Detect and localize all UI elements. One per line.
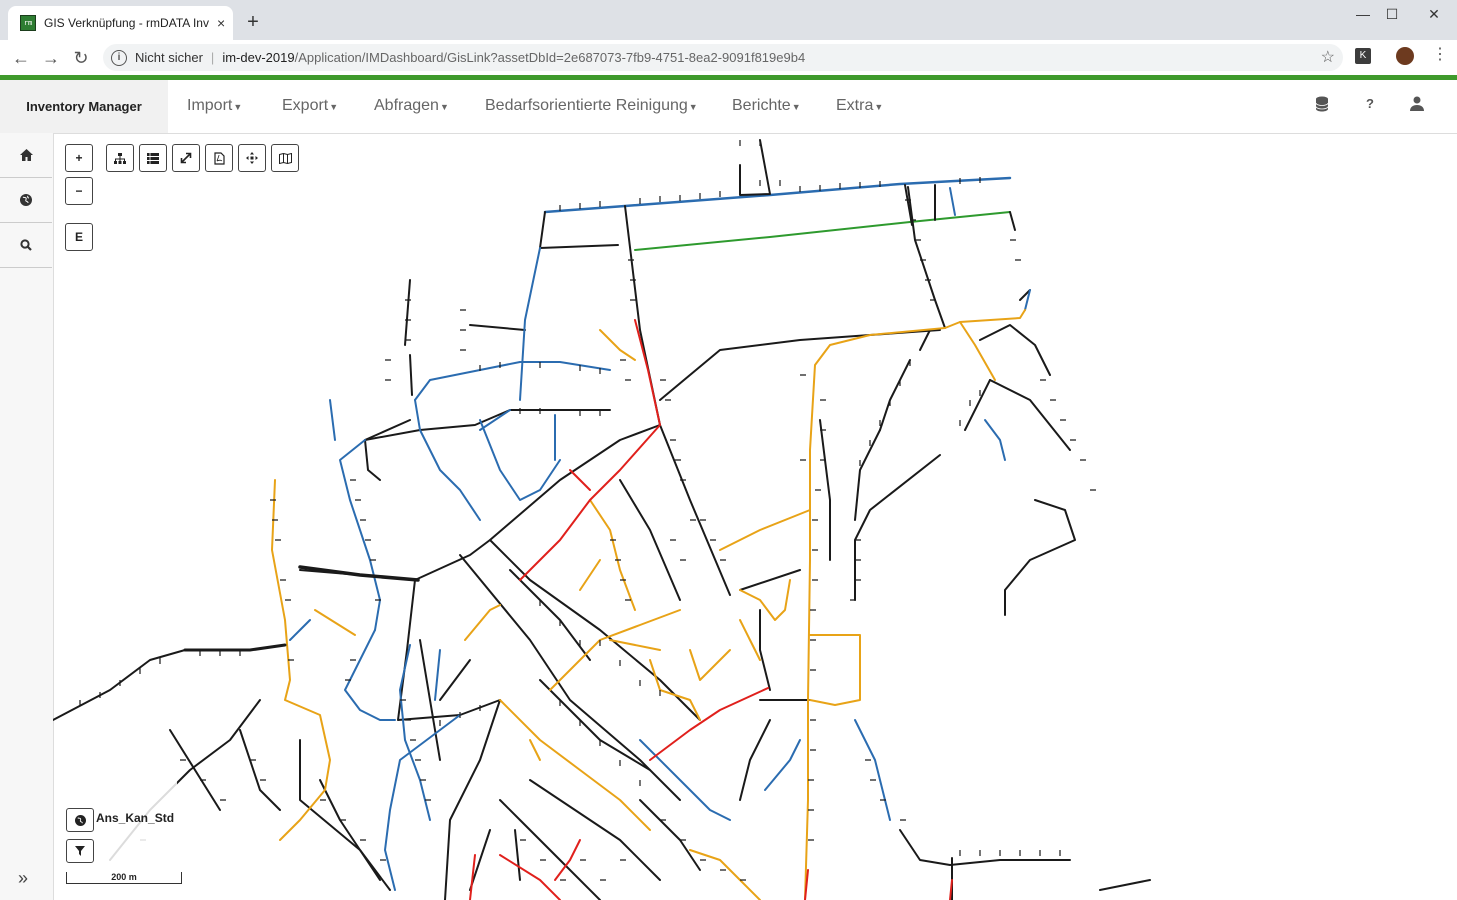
menu-import-label: Import — [187, 97, 233, 114]
menu-abfragen[interactable]: Abfragen▼ — [374, 97, 449, 115]
back-button[interactable]: ← — [10, 47, 32, 69]
list-icon — [147, 152, 159, 164]
home-button[interactable] — [0, 133, 52, 178]
menu-reinigung[interactable]: Bedarfsorientierte Reinigung▼ — [485, 97, 698, 115]
search-icon — [20, 239, 32, 251]
sewer-lines-red[interactable] — [469, 319, 953, 900]
caret-down-icon: ▼ — [688, 102, 698, 112]
pan-button[interactable] — [238, 144, 266, 172]
menu-berichte-label: Berichte — [732, 97, 791, 114]
browser-tab-strip: rm GIS Verknüpfung - rmDATA Inven × + — … — [0, 0, 1457, 40]
menu-abfragen-label: Abfragen — [374, 97, 439, 114]
maximize-button[interactable]: ☐ — [1377, 6, 1407, 23]
browser-toolbar: ← → ↻ i Nicht sicher | im-dev-2019/Appli… — [0, 40, 1457, 75]
caret-down-icon: ▼ — [439, 102, 449, 112]
globe-icon — [20, 194, 32, 206]
browser-menu-icon[interactable]: ⋮ — [1432, 44, 1448, 64]
basemap-button[interactable] — [271, 144, 299, 172]
filter-button[interactable] — [66, 839, 94, 863]
forward-button[interactable]: → — [40, 47, 62, 69]
zoom-in-button[interactable]: + — [65, 144, 93, 172]
filter-icon — [75, 846, 85, 856]
sewer-lines-blue[interactable] — [289, 187, 1031, 891]
pdf-export-button[interactable] — [205, 144, 233, 172]
tab-title: GIS Verknüpfung - rmDATA Inven — [44, 16, 209, 30]
info-icon[interactable]: i — [111, 49, 127, 66]
layer-globe-button[interactable] — [66, 808, 94, 832]
expand-button[interactable] — [172, 144, 200, 172]
database-icon[interactable] — [1312, 96, 1332, 116]
user-icon[interactable] — [1407, 96, 1427, 115]
sewer-line-green[interactable] — [634, 211, 1011, 251]
bookmark-star-icon[interactable]: ☆ — [1321, 47, 1335, 67]
browser-tab[interactable]: rm GIS Verknüpfung - rmDATA Inven × — [8, 6, 233, 40]
caret-down-icon: ▼ — [791, 102, 801, 112]
menu-extra-label: Extra — [836, 97, 874, 114]
zoom-out-button[interactable]: − — [65, 177, 93, 205]
search-button[interactable] — [0, 223, 52, 268]
sewer-line-blue[interactable] — [543, 176, 1012, 214]
help-icon[interactable]: ? — [1360, 96, 1380, 111]
address-bar[interactable]: i Nicht sicher | im-dev-2019/Application… — [103, 44, 1343, 71]
gis-map[interactable] — [53, 133, 1457, 900]
menu-extra[interactable]: Extra▼ — [836, 97, 883, 115]
url-path: /Application/IMDashboard/GisLink?assetDb… — [294, 50, 806, 65]
edit-button[interactable]: E — [65, 223, 93, 251]
favicon-icon: rm — [20, 15, 36, 31]
close-window-button[interactable]: ✕ — [1419, 6, 1449, 23]
new-tab-button[interactable]: + — [243, 11, 263, 34]
globe-icon — [74, 814, 86, 826]
sidebar-expand-button[interactable]: » — [18, 868, 28, 889]
caret-down-icon: ▼ — [874, 102, 884, 112]
trunk-line[interactable] — [298, 565, 420, 582]
trunk-line[interactable] — [183, 643, 287, 652]
sewer-lines-orange[interactable] — [271, 309, 1026, 900]
sitemap-icon — [114, 152, 126, 164]
tab-close-button[interactable]: × — [217, 15, 225, 31]
menu-export[interactable]: Export▼ — [282, 97, 338, 115]
caret-down-icon: ▼ — [233, 102, 243, 112]
network-map[interactable] — [53, 133, 1457, 900]
home-icon — [19, 149, 33, 161]
globe-button[interactable] — [0, 178, 52, 223]
caret-down-icon: ▼ — [329, 102, 339, 112]
url-host: im-dev-2019 — [222, 50, 295, 65]
app-brand[interactable]: Inventory Manager — [0, 80, 168, 133]
expand-icon — [180, 152, 192, 164]
pdf-icon — [213, 151, 225, 165]
menu-berichte[interactable]: Berichte▼ — [732, 97, 801, 115]
reload-button[interactable]: ↻ — [70, 47, 92, 69]
menu-reinigung-label: Bedarfsorientierte Reinigung — [485, 97, 688, 114]
scale-label: 200 m — [111, 872, 137, 882]
layer-name: Ans_Kan_Std — [96, 811, 175, 825]
map-icon — [278, 152, 292, 164]
menu-export-label: Export — [282, 97, 329, 114]
profile-avatar[interactable] — [1396, 47, 1414, 65]
house-connections — [79, 140, 1096, 881]
extension-icon[interactable]: K — [1355, 48, 1371, 64]
left-sidebar: » — [0, 133, 54, 900]
sitemap-button[interactable] — [106, 144, 134, 172]
menu-import[interactable]: Import▼ — [187, 97, 242, 115]
move-icon — [246, 152, 258, 164]
list-button[interactable] — [139, 144, 167, 172]
address-separator: | — [210, 50, 215, 65]
app-header: Inventory Manager Import▼ Export▼ Abfrag… — [0, 80, 1457, 134]
minimize-button[interactable]: — — [1348, 6, 1378, 22]
security-label: Nicht sicher — [135, 50, 203, 65]
